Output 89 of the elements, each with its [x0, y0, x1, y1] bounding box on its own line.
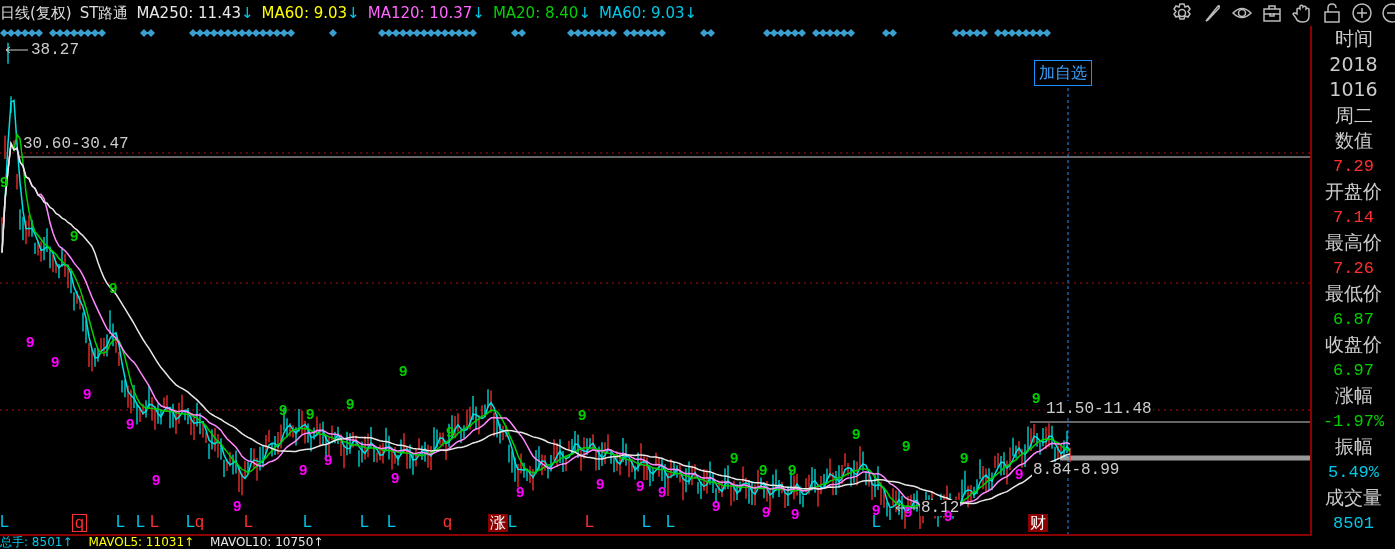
indicator-value: MA20: 8.40↓: [492, 3, 591, 24]
signal-letter: q: [195, 514, 204, 530]
signal-letter: L: [872, 514, 881, 530]
indicator-value: MA60: 9.03↓: [261, 3, 360, 24]
panel-label: 成交量: [1324, 485, 1383, 510]
signal-letter: L: [387, 514, 396, 530]
count-mark: 9: [596, 476, 605, 491]
count-mark: 9: [126, 416, 135, 431]
count-mark: 9: [391, 470, 400, 485]
panel-value: 6.87: [1332, 308, 1375, 331]
volume-indicator: MAVOL10: 10750↑: [210, 536, 324, 549]
panel-label: 时间: [1333, 26, 1374, 51]
panel-value: -1.97%: [1321, 410, 1386, 433]
count-mark: 9: [791, 506, 800, 521]
count-mark: 9: [902, 438, 911, 453]
count-mark: 9: [152, 472, 161, 487]
price-label: 11.50-11.48: [1045, 401, 1153, 417]
count-mark: 9: [636, 478, 645, 493]
count-mark: 9: [1015, 466, 1024, 481]
count-mark: 9: [279, 402, 288, 417]
hand-icon[interactable]: [1291, 2, 1313, 24]
indicator-value: MA120: 10.37↓: [367, 3, 485, 24]
date-text: 1016: [1328, 77, 1379, 102]
count-mark: 9: [712, 498, 721, 513]
count-mark: 9: [233, 498, 242, 513]
count-mark: 9: [852, 426, 861, 441]
signal-letter: L: [136, 514, 145, 530]
panel-label: 涨幅: [1333, 383, 1374, 408]
count-mark: 9: [70, 228, 79, 243]
count-mark: 9: [872, 502, 881, 517]
signal-letter: L: [150, 514, 159, 530]
stock-name: ST路通: [79, 3, 129, 24]
count-mark: 9: [960, 450, 969, 465]
count-mark: 9: [51, 354, 60, 369]
count-mark: 9: [299, 462, 308, 477]
count-mark: 9: [788, 462, 797, 477]
signal-letter: L: [244, 514, 253, 530]
count-mark: 9: [324, 452, 333, 467]
toolbox-icon[interactable]: [1261, 2, 1283, 24]
unlock-icon[interactable]: [1321, 2, 1343, 24]
panel-label: 数值: [1333, 128, 1374, 153]
add-watchlist-button[interactable]: 加自选: [1034, 60, 1092, 87]
count-mark: 9: [306, 406, 315, 421]
signal-letter: q: [443, 514, 452, 530]
panel-label: 最低价: [1324, 281, 1383, 306]
signal-letter: L: [0, 514, 9, 530]
panel-label: 最高价: [1324, 230, 1383, 255]
chart-period: 日线(复权): [0, 3, 72, 24]
panel-label: 振幅: [1333, 434, 1374, 459]
panel-label: 开盘价: [1324, 179, 1383, 204]
indicator-value: MA250: 11.43↓: [136, 3, 254, 24]
volume-indicator: MAVOL5: 11031↑: [88, 536, 195, 549]
count-mark: 9: [83, 386, 92, 401]
count-mark: 9: [399, 363, 408, 378]
volume-indicator: 总手: 8501↑: [0, 536, 73, 549]
date-text: 周二: [1333, 102, 1374, 128]
count-mark: 9: [1032, 390, 1041, 405]
signal-tag: 涨: [488, 514, 508, 532]
panel-value: 7.29: [1332, 155, 1375, 178]
signal-letter: L: [303, 514, 312, 530]
signal-letter: L: [585, 514, 594, 530]
leader-line: [5, 46, 29, 54]
count-mark: 9: [346, 396, 355, 411]
indicator-value: MA60: 9.03↓: [598, 3, 698, 24]
panel-value: 8501: [1332, 512, 1375, 535]
add-icon[interactable]: [1351, 2, 1373, 24]
date-text: 2018: [1328, 51, 1379, 77]
signal-letter: L: [642, 514, 651, 530]
count-mark: 9: [26, 334, 35, 349]
signal-tag: 财: [1028, 514, 1048, 532]
count-mark: 9: [578, 407, 587, 422]
price-label: 30.60-30.47: [22, 136, 130, 152]
signal-letter: L: [116, 514, 125, 530]
signal-letter: L: [360, 514, 369, 530]
count-mark: 9: [730, 450, 739, 465]
count-mark: 9: [658, 484, 667, 499]
panel-value: 7.14: [1332, 206, 1375, 229]
count-mark: 9: [759, 462, 768, 477]
count-mark: 9: [762, 504, 771, 519]
panel-value: 5.49%: [1327, 461, 1380, 484]
panel-value: 7.26: [1332, 257, 1375, 280]
panel-value: 6.97: [1332, 359, 1375, 382]
signal-letter: L: [666, 514, 675, 530]
signal-letter: L: [186, 514, 195, 530]
price-label: 8.84-8.99: [1032, 462, 1121, 478]
count-mark: 9: [516, 484, 525, 499]
panel-label: 收盘价: [1324, 332, 1383, 357]
signal-letter: q: [72, 514, 87, 532]
signal-letter: L: [508, 514, 517, 530]
